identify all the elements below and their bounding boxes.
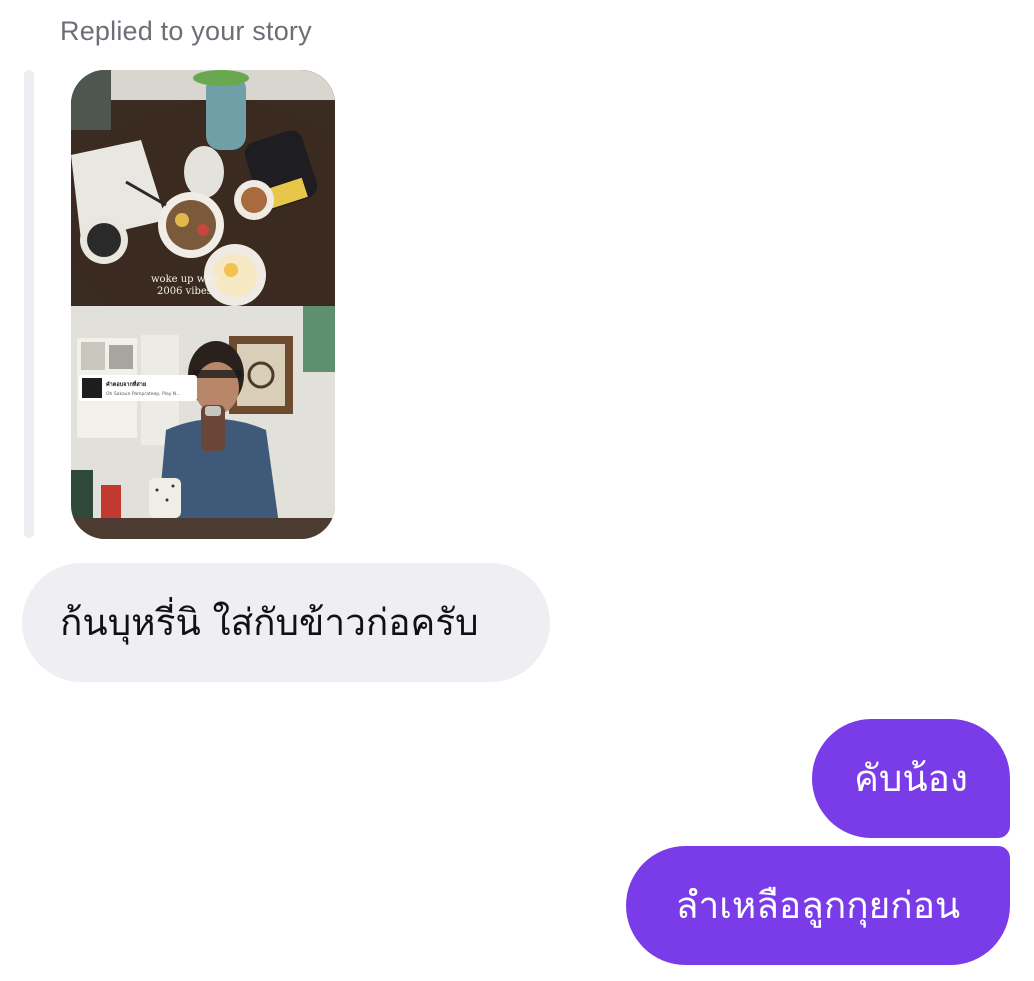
story-photo-bottom: คำตอบจากที่สาย Oh Sakaun Pamprateep, Pla… (71, 306, 335, 539)
reply-quote-bar (24, 70, 34, 538)
outgoing-message-bubble[interactable]: ลำเหลือลูกกุยก่อน (626, 846, 1010, 965)
outgoing-message-text: ลำเหลือลูกกุยก่อน (675, 884, 961, 927)
incoming-message-bubble[interactable]: ก้นบุหรี่นิ ใส่กับข้าวก่อครับ (22, 563, 550, 682)
outgoing-message-text: คับน้อง (854, 757, 968, 800)
story-caption-line1: woke up with (151, 274, 220, 285)
story-thumbnail[interactable]: woke up with 2006 vibes คำตอบจากที่สาย O… (71, 70, 335, 539)
music-sticker-title: คำตอบจากที่สาย (106, 380, 146, 388)
outgoing-message-bubble[interactable]: คับน้อง (812, 719, 1010, 838)
incoming-message-text: ก้นบุหรี่นิ ใส่กับข้าวก่อครับ (60, 601, 479, 644)
story-reply-label: Replied to your story (60, 16, 312, 46)
music-sticker-artist: Oh Sakaun Pamprateep, Play N... (106, 391, 180, 397)
story-caption-line2: 2006 vibes (157, 286, 212, 297)
story-photo-top: woke up with 2006 vibes (71, 70, 335, 340)
